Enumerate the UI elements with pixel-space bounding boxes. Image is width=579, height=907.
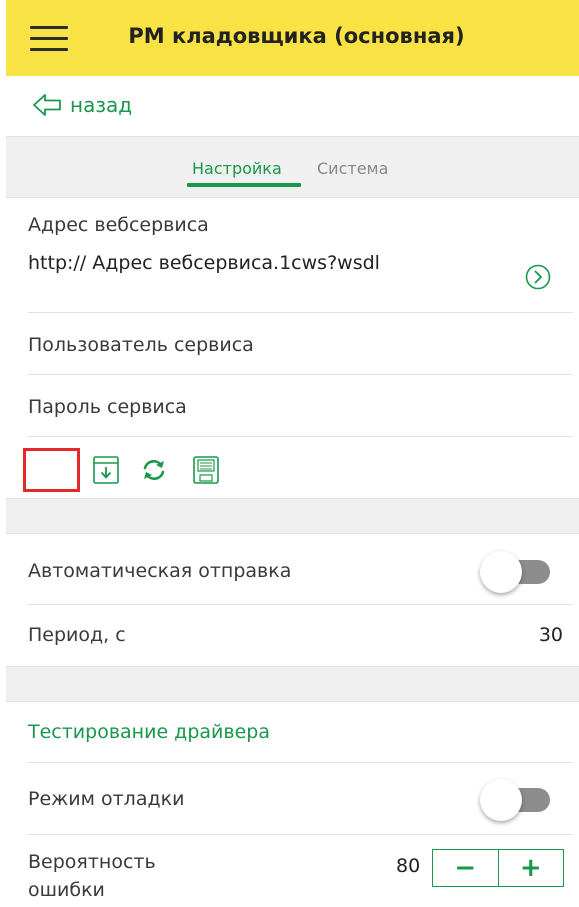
- tab-settings[interactable]: Настройка: [192, 159, 282, 178]
- divider: [28, 604, 573, 605]
- back-label: назад: [70, 93, 133, 117]
- service-password-field[interactable]: Пароль сервиса: [28, 396, 187, 418]
- divider: [28, 436, 573, 437]
- tab-system[interactable]: Система: [317, 159, 388, 178]
- chevron-right-circle-icon[interactable]: [525, 264, 551, 290]
- highlighted-empty-slot: [23, 448, 80, 492]
- section-separator: [6, 666, 579, 702]
- error-probability-label: Вероятность ошибки: [28, 851, 156, 901]
- service-user-field[interactable]: Пользователь сервиса: [28, 334, 254, 356]
- debug-mode-toggle[interactable]: [480, 779, 552, 821]
- decrement-button[interactable]: −: [433, 850, 499, 886]
- divider: [28, 374, 573, 375]
- active-tab-indicator: [187, 183, 301, 187]
- webservice-label: Адрес вебсервиса: [28, 214, 209, 236]
- driver-test-title: Тестирование драйвера: [28, 721, 270, 743]
- back-button[interactable]: назад: [32, 92, 132, 118]
- period-label: Период, с: [28, 624, 126, 646]
- increment-button[interactable]: +: [499, 850, 564, 886]
- divider: [28, 762, 573, 763]
- auto-send-label: Автоматическая отправка: [28, 560, 292, 582]
- download-icon[interactable]: [92, 455, 120, 485]
- error-probability-value: 80: [396, 855, 421, 877]
- app-title: РМ кладовщика (основная): [128, 24, 465, 48]
- refresh-icon[interactable]: [140, 457, 168, 483]
- period-value[interactable]: 30: [539, 624, 563, 646]
- auto-send-toggle[interactable]: [480, 551, 552, 593]
- debug-mode-label: Режим отладки: [28, 788, 185, 810]
- error-probability-stepper: − +: [432, 849, 564, 887]
- tab-bar: Настройка Система: [6, 136, 579, 198]
- back-row: назад: [6, 76, 579, 136]
- save-icon[interactable]: [192, 455, 220, 485]
- app-header: РМ кладовщика (основная): [6, 0, 579, 76]
- section-separator: [6, 498, 579, 534]
- divider: [28, 312, 573, 313]
- back-arrow-icon: [33, 94, 61, 116]
- webservice-input[interactable]: http:// Адрес вебсервиса.1cws?wsdl: [28, 252, 380, 274]
- divider: [28, 834, 573, 835]
